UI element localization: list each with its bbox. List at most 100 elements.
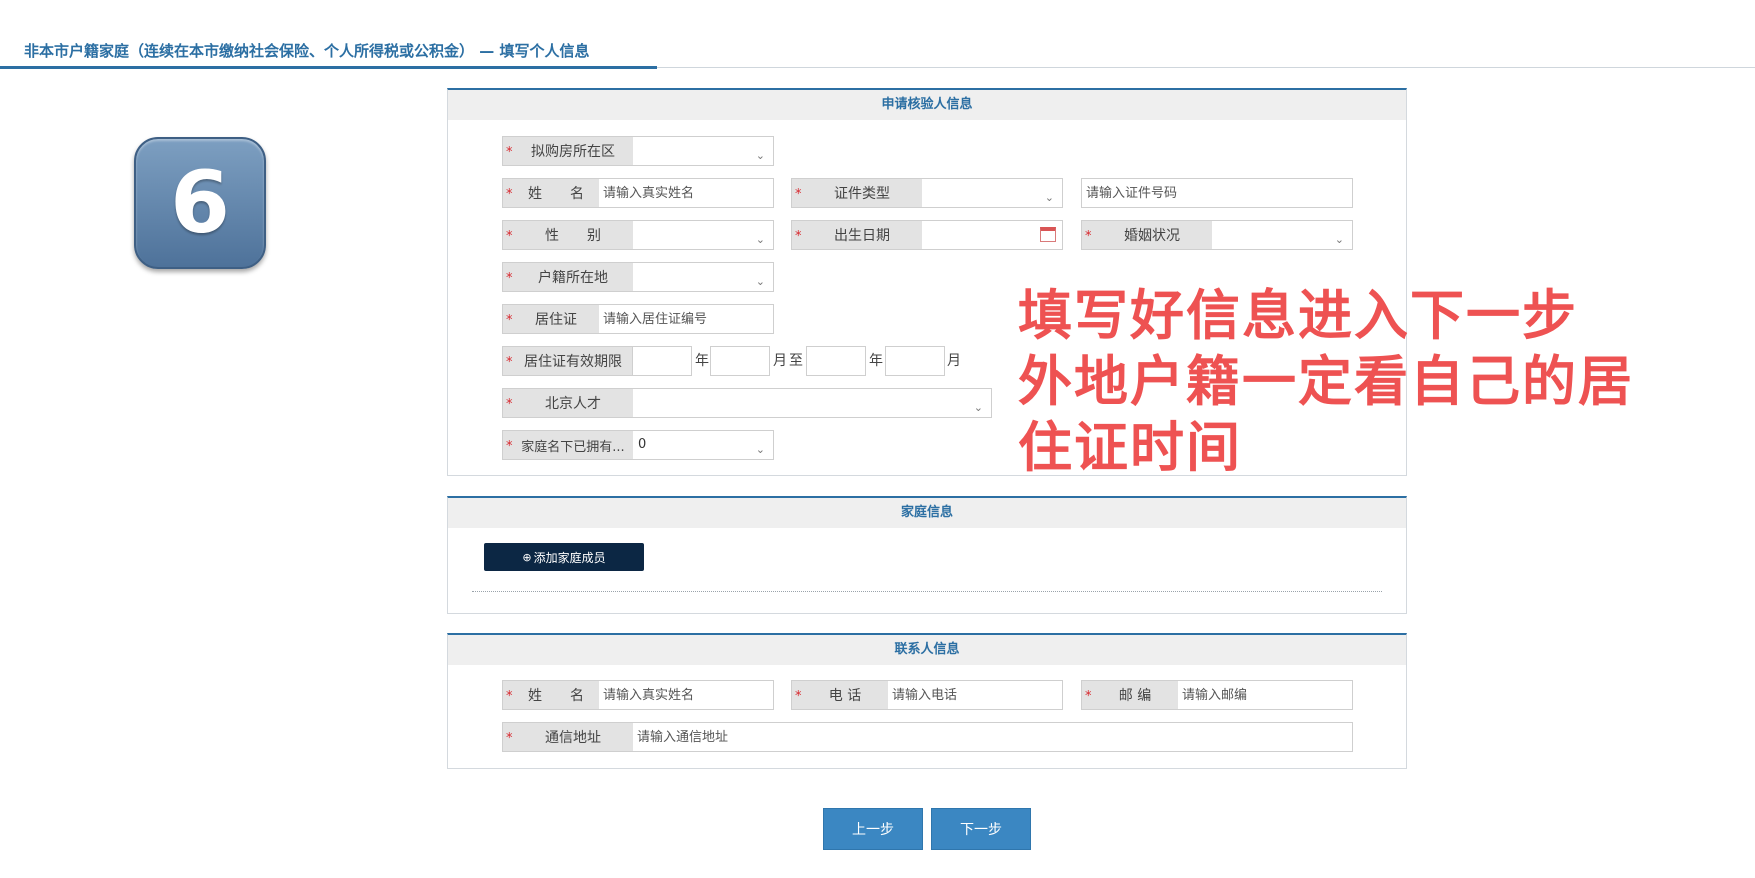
contact-phone-label: * 电 话 [792,681,888,709]
gender-label: * 性 别 [503,221,633,249]
validity-start-month-input[interactable] [710,346,770,376]
step-number-badge: 6 [134,137,266,269]
contact-address-input[interactable] [633,723,1352,751]
validity-start-year-input[interactable] [632,346,692,376]
prev-step-button[interactable]: 上一步 [823,808,923,850]
contact-panel: 联系人信息 *姓 名 *电 话 *邮 编 *通信地址 [447,633,1407,769]
contact-zip-label: * 邮 编 [1082,681,1178,709]
id-type-select[interactable]: ⌄ [922,179,1062,207]
validity-end-month-input[interactable] [885,346,945,376]
district-select[interactable]: ⌄ [633,137,773,165]
contact-zip-field: * 邮 编 [1081,680,1353,710]
validity-end-year-input[interactable] [806,346,866,376]
calendar-icon[interactable] [1040,227,1056,242]
id-number-input[interactable] [1082,179,1352,207]
annotation-line: 外地户籍一定看自己的居 [1018,350,1634,413]
annotation-line: 填写好信息进入下一步 [1018,284,1578,347]
gender-field: * 性 别 ⌄ [502,220,774,250]
add-family-member-button[interactable]: ⊕ 添加家庭成员 [484,543,644,571]
id-type-label: * 证件类型 [792,179,922,207]
page-header: 非本市户籍家庭（连续在本市缴纳社会保险、个人所得税或公积金） — 填写个人信息 [0,36,1755,69]
title-underline [0,66,657,69]
divider [472,591,1382,592]
to-text: 至 [789,353,803,369]
page-title: 非本市户籍家庭（连续在本市缴纳社会保险、个人所得税或公积金） — 填写个人信息 [24,42,590,60]
chevron-down-icon: ⌄ [755,275,765,288]
birth-date-input[interactable] [922,221,1062,249]
residence-permit-field: * 居住证 [502,304,774,334]
required-mark: * [506,313,513,328]
contact-address-label: * 通信地址 [503,723,633,751]
required-mark: * [795,229,802,244]
annotation-text: 填写好信息进入下一步 外地户籍一定看自己的居 住证时间 [1018,283,1738,481]
contact-section-title: 联系人信息 [448,635,1406,665]
name-input[interactable] [599,179,773,207]
plus-circle-icon: ⊕ [522,550,532,564]
chevron-down-icon: ⌄ [755,149,765,162]
chevron-down-icon: ⌄ [755,443,765,456]
required-mark: * [506,439,513,454]
marital-field: * 婚姻状况 ⌄ [1081,220,1353,250]
validity-field: * 居住证有效期限 [502,346,634,376]
required-mark: * [506,689,513,704]
hukou-select[interactable]: ⌄ [633,263,773,291]
contact-name-label: * 姓 名 [503,681,599,709]
district-field: * 拟购房所在区 ⌄ [502,136,774,166]
name-field: * 姓 名 [502,178,774,208]
validity-label: * 居住证有效期限 [503,347,633,375]
applicant-section-title: 申请核验人信息 [448,90,1406,120]
residence-permit-label: * 居住证 [503,305,599,333]
required-mark: * [506,271,513,286]
beijing-talent-select[interactable]: ⌄ [633,389,991,417]
year-unit: 年 [695,353,709,369]
required-mark: * [506,229,513,244]
hukou-label: * 户籍所在地 [503,263,633,291]
required-mark: * [506,355,513,370]
id-type-field: * 证件类型 ⌄ [791,178,1063,208]
contact-zip-input[interactable] [1178,681,1352,709]
birth-date-field: * 出生日期 [791,220,1063,250]
month-unit: 月 [773,353,787,369]
owned-homes-field: * 家庭名下已拥有... 0 ⌄ [502,430,774,460]
add-family-member-label: 添加家庭成员 [533,550,606,565]
chevron-down-icon: ⌄ [755,233,765,246]
required-mark: * [795,689,802,704]
owned-homes-select[interactable]: 0 ⌄ [633,431,773,459]
contact-phone-field: * 电 话 [791,680,1063,710]
marital-select[interactable]: ⌄ [1212,221,1352,249]
marital-label: * 婚姻状况 [1082,221,1212,249]
page: 非本市户籍家庭（连续在本市缴纳社会保险、个人所得税或公积金） — 填写个人信息 … [0,0,1755,878]
family-panel: 家庭信息 ⊕ 添加家庭成员 [447,496,1407,614]
contact-address-field: * 通信地址 [502,722,1353,752]
owned-homes-label: * 家庭名下已拥有... [503,431,633,459]
next-step-button[interactable]: 下一步 [931,808,1031,850]
annotation-line: 住证时间 [1018,416,1242,479]
contact-name-input[interactable] [599,681,773,709]
gender-select[interactable]: ⌄ [633,221,773,249]
required-mark: * [506,731,513,746]
contact-name-field: * 姓 名 [502,680,774,710]
required-mark: * [1085,229,1092,244]
chevron-down-icon: ⌄ [973,401,983,414]
hukou-field: * 户籍所在地 ⌄ [502,262,774,292]
birth-date-label: * 出生日期 [792,221,922,249]
required-mark: * [506,187,513,202]
family-section-title: 家庭信息 [448,498,1406,528]
required-mark: * [506,145,513,160]
id-number-field [1081,178,1353,208]
year-unit: 年 [869,353,883,369]
owned-homes-value: 0 [638,437,647,452]
required-mark: * [1085,689,1092,704]
chevron-down-icon: ⌄ [1334,233,1344,246]
district-label: * 拟购房所在区 [503,137,633,165]
beijing-talent-label: * 北京人才 [503,389,633,417]
residence-permit-input[interactable] [599,305,773,333]
name-label: * 姓 名 [503,179,599,207]
month-unit: 月 [947,353,961,369]
required-mark: * [506,397,513,412]
beijing-talent-field: * 北京人才 ⌄ [502,388,992,418]
contact-phone-input[interactable] [888,681,1062,709]
required-mark: * [795,187,802,202]
step-number: 6 [170,153,230,253]
chevron-down-icon: ⌄ [1044,191,1054,204]
